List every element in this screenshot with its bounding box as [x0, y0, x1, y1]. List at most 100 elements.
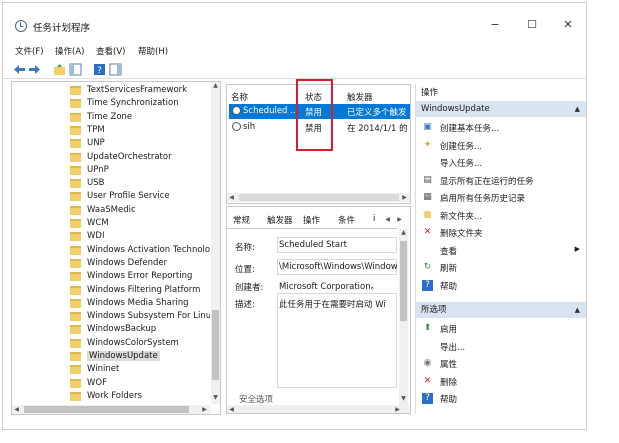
menu-action[interactable]: 操作(A)	[55, 45, 84, 57]
task-scheduler-window: 任务计划程序 − ☐ ✕ 文件(F) 操作(A) 查看(V) 帮助(H) ? T…	[2, 2, 587, 430]
details-vertical-scrollbar[interactable]: ▲ ▼	[399, 229, 408, 405]
scroll-right-arrow-icon[interactable]: ▶	[393, 406, 402, 413]
tree-item[interactable]: UpdateOrchestrator	[70, 152, 210, 165]
action-item[interactable]: ✕ 删除文件夹	[416, 224, 586, 241]
scroll-right-arrow-icon[interactable]: ▶	[200, 406, 209, 413]
folder-icon	[70, 165, 81, 175]
action-item[interactable]: ✦ 创建任务...	[416, 137, 586, 154]
tree-item[interactable]: Windows Error Reporting	[70, 271, 210, 284]
tree-item[interactable]: Wininet	[70, 364, 210, 377]
tree-item[interactable]: TextServicesFramework	[70, 85, 210, 98]
action-item[interactable]: ■ 新文件夹...	[416, 207, 586, 224]
tree-item[interactable]: USB	[70, 178, 210, 191]
collapse-arrow-icon[interactable]: ▲	[575, 302, 580, 318]
collapse-arrow-icon[interactable]: ▲	[575, 101, 580, 117]
tree-item[interactable]: Windows Defender	[70, 258, 210, 271]
menu-help[interactable]: 帮助(H)	[138, 45, 168, 57]
tab-triggers[interactable]: 触发器	[267, 214, 293, 226]
tree-item[interactable]: UPnP	[70, 165, 210, 178]
section-selected-item[interactable]: 所选项 ▲	[416, 302, 586, 318]
menu-view[interactable]: 查看(V)	[96, 45, 125, 57]
tree-item[interactable]: WindowsUpdate	[70, 351, 210, 364]
tree-item[interactable]: Time Zone	[70, 112, 210, 125]
tree-item[interactable]: WCM	[70, 218, 210, 231]
folder-icon	[70, 391, 81, 401]
action-item[interactable]: 导出...	[416, 338, 586, 355]
action-item[interactable]: ▦ 启用所有任务历史记录	[416, 189, 586, 206]
scroll-right-arrow-icon[interactable]: ▶	[400, 194, 409, 201]
action-item[interactable]: ▣ 创建基本任务...	[416, 119, 586, 136]
show-hide-action-pane-icon[interactable]	[109, 63, 122, 76]
folder-icon	[70, 112, 81, 122]
scroll-up-arrow-icon[interactable]: ▲	[211, 82, 220, 89]
tree-item-label: UNP	[87, 138, 105, 149]
action-item[interactable]: 导入任务...	[416, 154, 586, 171]
tree-item[interactable]: WOF	[70, 378, 210, 391]
tab-actions[interactable]: 操作	[303, 214, 320, 226]
tree-vertical-scrollbar[interactable]: ▲ ▼	[211, 82, 220, 404]
action-item[interactable]: ↻ 刷新	[416, 259, 586, 276]
tree-item[interactable]: WindowsColorSystem	[70, 338, 210, 351]
tree-item[interactable]: Windows Filtering Platform	[70, 285, 210, 298]
tab-general[interactable]: 常规	[233, 214, 251, 228]
help-icon[interactable]: ?	[93, 63, 106, 76]
column-header-name[interactable]: 名称	[231, 91, 248, 103]
section-selected-item-label: 所选项	[421, 305, 447, 315]
scroll-down-arrow-icon[interactable]: ▼	[399, 395, 408, 402]
details-horizontal-scrollbar[interactable]: ◀ ▶	[227, 405, 410, 413]
tree-item[interactable]: Windows Subsystem For Linux	[70, 311, 210, 324]
description-value: 此任务用于在需要时启动 Wi	[279, 300, 386, 310]
author-value: Microsoft Corporation。	[279, 282, 380, 292]
scroll-left-arrow-icon[interactable]: ◀	[227, 406, 236, 413]
tree-vscroll-thumb[interactable]	[212, 310, 219, 380]
tree-horizontal-scrollbar[interactable]: ◀ ▶	[12, 405, 211, 414]
tree-item-label: TPM	[87, 124, 105, 135]
tree-item[interactable]: Windows Activation Technolo	[70, 245, 210, 258]
tree-item[interactable]: Time Synchronization	[70, 98, 210, 111]
action-item[interactable]: ◉ 属性	[416, 355, 586, 372]
tree-item[interactable]: WaaSMedic	[70, 205, 210, 218]
action-item[interactable]: ? 帮助	[416, 277, 586, 294]
section-windowsupdate[interactable]: WindowsUpdate ▲	[416, 101, 586, 117]
scroll-up-arrow-icon[interactable]: ▲	[399, 229, 408, 236]
tree-item[interactable]: Windows Media Sharing	[70, 298, 210, 311]
tab-more[interactable]: i	[373, 214, 375, 224]
tree-item[interactable]: WindowsBackup	[70, 324, 210, 337]
action-item[interactable]: ✕ 删除	[416, 373, 586, 390]
tab-scroll-right-icon[interactable]: ▶	[395, 216, 404, 223]
folder-icon	[70, 139, 81, 149]
task-list-horizontal-scrollbar[interactable]: ◀ ▶	[227, 193, 410, 202]
tree-item-label: User Profile Service	[87, 191, 170, 202]
scroll-left-arrow-icon[interactable]: ◀	[12, 406, 21, 413]
tab-conditions[interactable]: 条件	[338, 214, 355, 226]
tree-item[interactable]: User Profile Service	[70, 191, 210, 204]
task-name: sih	[243, 122, 256, 132]
action-item[interactable]: ▤ 显示所有正在运行的任务	[416, 172, 586, 189]
folder-icon	[70, 192, 81, 202]
action-item[interactable]: 查看 ▶	[416, 242, 586, 259]
tree-hscroll-thumb[interactable]	[24, 406, 189, 413]
tree-item[interactable]: TPM	[70, 125, 210, 138]
tree-item[interactable]: WDI	[70, 231, 210, 244]
scroll-down-arrow-icon[interactable]: ▼	[211, 394, 220, 401]
up-folder-icon[interactable]	[53, 63, 66, 76]
folder-icon	[70, 298, 81, 308]
forward-arrow-icon[interactable]	[28, 63, 41, 76]
task-list-hscroll-thumb[interactable]	[239, 194, 399, 201]
action-item[interactable]: ⬆ 启用	[416, 320, 586, 337]
tab-scroll-left-icon[interactable]: ◀	[383, 216, 392, 223]
tree-item[interactable]: UNP	[70, 138, 210, 151]
column-header-trigger[interactable]: 触发器	[347, 91, 373, 103]
close-button[interactable]: ✕	[554, 15, 582, 35]
scroll-left-arrow-icon[interactable]: ◀	[227, 194, 236, 201]
details-vscroll-thumb[interactable]	[400, 241, 407, 321]
maximize-button[interactable]: ☐	[518, 15, 546, 35]
show-hide-tree-icon[interactable]	[69, 63, 82, 76]
menu-file[interactable]: 文件(F)	[15, 45, 44, 57]
folder-tree: TextServicesFramework Time Synchronizatio…	[11, 81, 221, 415]
tree-item-label: UpdateOrchestrator	[87, 151, 172, 162]
tree-item[interactable]: Work Folders	[70, 391, 210, 404]
back-arrow-icon[interactable]	[13, 63, 26, 76]
action-item[interactable]: ? 帮助	[416, 390, 586, 407]
minimize-button[interactable]: −	[481, 15, 509, 35]
